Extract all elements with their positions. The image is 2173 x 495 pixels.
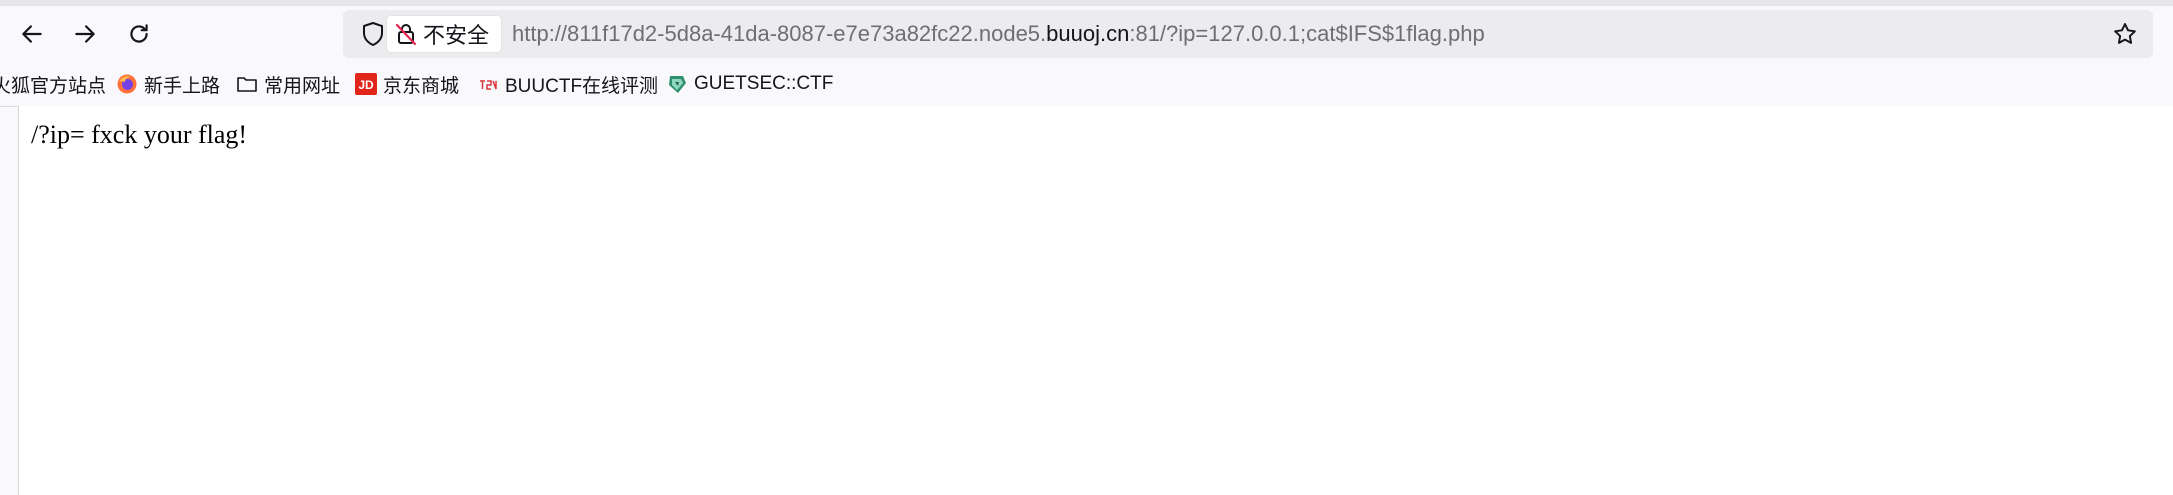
bookmark-label: GUETSEC::CTF bbox=[694, 73, 834, 94]
forward-arrow-icon bbox=[75, 25, 95, 43]
folder-icon bbox=[236, 73, 258, 95]
url-suffix: :81/?ip=127.0.0.1;cat$IFS$1flag.php bbox=[1129, 21, 1485, 46]
url-prefix: http://811f17d2-5d8a-41da-8087-e7e73a82f… bbox=[512, 21, 1047, 46]
bookmark-label: 常用网址 bbox=[264, 74, 341, 97]
bookmark-star-button[interactable] bbox=[2105, 10, 2145, 58]
page-body-text: /?ip= fxck your flag! bbox=[31, 120, 248, 149]
reload-icon bbox=[130, 24, 148, 43]
bookmark-jd[interactable]: JD 京东商城 bbox=[355, 62, 459, 106]
bookmark-label: BUUCTF在线评测 bbox=[505, 75, 659, 97]
url-text[interactable]: http://811f17d2-5d8a-41da-8087-e7e73a82f… bbox=[512, 10, 1485, 58]
forward-button[interactable] bbox=[63, 12, 107, 56]
bookmark-buuctf[interactable]: BUUCTF在线评测 bbox=[477, 62, 658, 106]
bookmark-label: 火狐官方站点 bbox=[0, 74, 107, 97]
back-button[interactable] bbox=[10, 12, 54, 56]
connection-not-secure-indicator[interactable]: 不安全 bbox=[387, 16, 502, 52]
url-domain: buuoj.cn bbox=[1046, 21, 1130, 46]
reload-button[interactable] bbox=[117, 12, 161, 56]
star-icon bbox=[2114, 23, 2136, 44]
security-label: 不安全 bbox=[423, 24, 490, 49]
back-arrow-icon bbox=[22, 25, 42, 43]
buuctf-icon bbox=[477, 73, 499, 95]
svg-text:JD: JD bbox=[358, 78, 374, 92]
navigation-toolbar: 不安全 http://811f17d2-5d8a-41da-8087-e7e73… bbox=[0, 6, 2173, 62]
bookmark-getting-started[interactable]: 新手上路 bbox=[116, 62, 220, 106]
address-bar[interactable]: 不安全 http://811f17d2-5d8a-41da-8087-e7e73… bbox=[343, 10, 2153, 58]
shield-icon bbox=[363, 22, 383, 46]
browser-window: 不安全 http://811f17d2-5d8a-41da-8087-e7e73… bbox=[0, 0, 2173, 495]
guetsec-icon bbox=[666, 73, 688, 95]
insecure-lock-icon bbox=[395, 23, 417, 46]
jd-logo-icon: JD bbox=[355, 73, 377, 95]
bookmark-guetsec[interactable]: GUETSEC::CTF bbox=[666, 62, 833, 106]
bookmark-label: 新手上路 bbox=[144, 74, 221, 97]
page-content: /?ip= fxck your flag! bbox=[18, 106, 2173, 495]
bookmark-folder-common-sites[interactable]: 常用网址 bbox=[236, 62, 340, 106]
bookmarks-toolbar: 火狐官方站点 新手上路 常用网址 JD 京东商城 BUUCTF在线评测 GUET… bbox=[0, 62, 2173, 107]
firefox-icon bbox=[116, 73, 138, 95]
bookmark-label: 京东商城 bbox=[383, 74, 460, 97]
bookmark-firefox-site[interactable]: 火狐官方站点 bbox=[0, 62, 106, 106]
